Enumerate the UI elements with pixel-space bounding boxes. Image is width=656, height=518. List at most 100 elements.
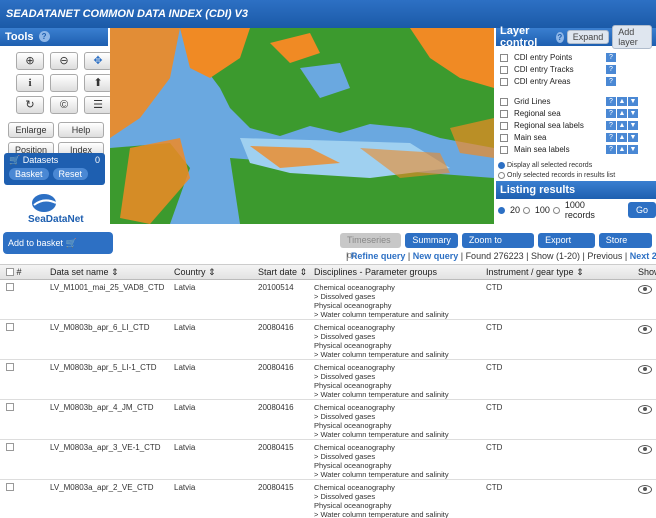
enlarge-button[interactable]: Enlarge	[8, 122, 54, 138]
go-button[interactable]: Go	[627, 202, 656, 218]
layer-info-icon[interactable]: ?	[606, 145, 616, 154]
col-dataset-name[interactable]: Data set name ⇕	[46, 265, 170, 279]
copyright-icon[interactable]: ©	[50, 96, 78, 114]
eye-icon[interactable]	[638, 365, 652, 374]
layer-row[interactable]: CDI entry Points?	[496, 52, 656, 63]
tools-help-icon[interactable]: ?	[38, 31, 50, 42]
layer-checkbox[interactable]	[500, 97, 508, 106]
show-cell[interactable]	[634, 280, 656, 319]
layer-row[interactable]: CDI entry Areas?	[496, 76, 656, 87]
select-all-checkbox[interactable]	[6, 268, 14, 276]
new-query-link[interactable]: New query	[413, 251, 459, 261]
move-up-icon[interactable]: ▲	[617, 97, 627, 106]
row-select[interactable]	[0, 320, 46, 359]
layer-info-icon[interactable]: ?	[606, 53, 616, 62]
layer-checkbox[interactable]	[500, 121, 508, 130]
row-select[interactable]	[0, 480, 46, 518]
only-selected-option[interactable]: Only selected records in results list	[496, 170, 656, 180]
row-select[interactable]	[0, 280, 46, 319]
layer-checkbox[interactable]	[500, 109, 508, 118]
layer-checkbox[interactable]	[500, 145, 508, 154]
move-down-icon[interactable]: ▼	[628, 133, 638, 142]
layer-checkbox[interactable]	[500, 53, 508, 62]
export-button[interactable]: Export result	[538, 233, 595, 260]
row-select[interactable]	[0, 440, 46, 479]
refresh-icon[interactable]: ↻	[16, 96, 44, 114]
add-layer-button[interactable]: Add layer	[612, 25, 652, 49]
show-cell[interactable]	[634, 440, 656, 479]
move-up-icon[interactable]: ▲	[617, 121, 627, 130]
layer-info-icon[interactable]: ?	[606, 133, 616, 142]
col-instrument[interactable]: Instrument / gear type ⇕	[482, 265, 634, 279]
col-start-date[interactable]: Start date ⇕	[254, 265, 310, 279]
row-checkbox[interactable]	[6, 283, 14, 291]
col-country[interactable]: Country ⇕	[170, 265, 254, 279]
timeseries-button[interactable]: Timeseries on	[340, 233, 402, 260]
layer-info-icon[interactable]: ?	[606, 109, 616, 118]
show-cell[interactable]	[634, 480, 656, 518]
move-up-icon[interactable]: ▲	[617, 109, 627, 118]
list-icon[interactable]: ☰	[84, 96, 112, 114]
radio-selected[interactable]	[498, 206, 505, 214]
show-cell[interactable]	[634, 360, 656, 399]
dataset-name-cell[interactable]: LV_M0803b_apr_4_JM_CTD	[46, 400, 170, 439]
radio[interactable]	[552, 206, 560, 214]
table-row[interactable]: LV_M0803a_apr_2_VE_CTD Latvia 20080415 Chem…	[0, 480, 656, 518]
blank-tool-button[interactable]	[50, 74, 78, 92]
map-view[interactable]	[110, 28, 494, 224]
move-down-icon[interactable]: ▼	[628, 121, 638, 130]
layer-info-icon[interactable]: ?	[606, 97, 616, 106]
radio[interactable]	[498, 171, 505, 179]
help-button[interactable]: Help	[58, 122, 104, 138]
radio-selected[interactable]	[498, 161, 505, 169]
dataset-name-cell[interactable]: LV_M0803a_apr_3_VE-1_CTD	[46, 440, 170, 479]
row-checkbox[interactable]	[6, 363, 14, 371]
col-number[interactable]: #	[0, 265, 46, 279]
layer-info-icon[interactable]: ?	[606, 65, 616, 74]
info-icon[interactable]: i	[16, 74, 44, 92]
layer-help-icon[interactable]: ?	[555, 31, 564, 43]
table-row[interactable]: LV_M1001_mai_25_VAD8_CTD Latvia 20100514 Ch…	[0, 280, 656, 320]
expand-button[interactable]: Expand	[566, 30, 610, 44]
table-row[interactable]: LV_M0803a_apr_3_VE-1_CTD Latvia 20080415 Ch…	[0, 440, 656, 480]
previous-link[interactable]: Previous	[587, 251, 622, 261]
layer-checkbox[interactable]	[500, 77, 508, 86]
basket-button[interactable]: Basket	[9, 168, 49, 180]
radio[interactable]	[522, 206, 530, 214]
row-checkbox[interactable]	[6, 483, 14, 491]
layer-row[interactable]: Grid Lines? ▲ ▼	[496, 96, 656, 107]
display-all-option[interactable]: Display all selected records	[496, 160, 656, 170]
store-query-button[interactable]: Store query	[598, 233, 653, 260]
show-cell[interactable]	[634, 320, 656, 359]
move-down-icon[interactable]: ▼	[628, 97, 638, 106]
dataset-name-cell[interactable]: LV_M0803b_apr_6_LI_CTD	[46, 320, 170, 359]
eye-icon[interactable]	[638, 285, 652, 294]
row-checkbox[interactable]	[6, 443, 14, 451]
layer-row[interactable]: Main sea? ▲ ▼	[496, 132, 656, 143]
layer-checkbox[interactable]	[500, 133, 508, 142]
zoom-out-icon[interactable]: ⊖	[50, 52, 78, 70]
row-checkbox[interactable]	[6, 403, 14, 411]
layer-row[interactable]: Regional sea? ▲ ▼	[496, 108, 656, 119]
dataset-name-cell[interactable]: LV_M0803b_apr_5_LI-1_CTD	[46, 360, 170, 399]
row-checkbox[interactable]	[6, 323, 14, 331]
move-down-icon[interactable]: ▼	[628, 109, 638, 118]
move-up-icon[interactable]: ▲	[617, 145, 627, 154]
dataset-name-cell[interactable]: LV_M1001_mai_25_VAD8_CTD	[46, 280, 170, 319]
refine-query-link[interactable]: Refine query	[351, 251, 406, 261]
layer-row[interactable]: Main sea labels? ▲ ▼	[496, 144, 656, 155]
table-row[interactable]: LV_M0803b_apr_4_JM_CTD Latvia 20080416 Chem…	[0, 400, 656, 440]
reset-button[interactable]: Reset	[52, 168, 89, 180]
layer-checkbox[interactable]	[500, 65, 508, 74]
table-row[interactable]: LV_M0803b_apr_5_LI-1_CTD Latvia 20080416 Ch…	[0, 360, 656, 400]
row-select[interactable]	[0, 360, 46, 399]
row-select[interactable]	[0, 400, 46, 439]
zoom-selected-button[interactable]: Zoom to selected	[461, 233, 535, 260]
pan-icon[interactable]: ✥	[84, 52, 112, 70]
eye-icon[interactable]	[638, 325, 652, 334]
eye-icon[interactable]	[638, 445, 652, 454]
eye-icon[interactable]	[638, 485, 652, 494]
dataset-name-cell[interactable]: LV_M0803a_apr_2_VE_CTD	[46, 480, 170, 518]
show-cell[interactable]	[634, 400, 656, 439]
zoom-in-icon[interactable]: ⊕	[16, 52, 44, 70]
